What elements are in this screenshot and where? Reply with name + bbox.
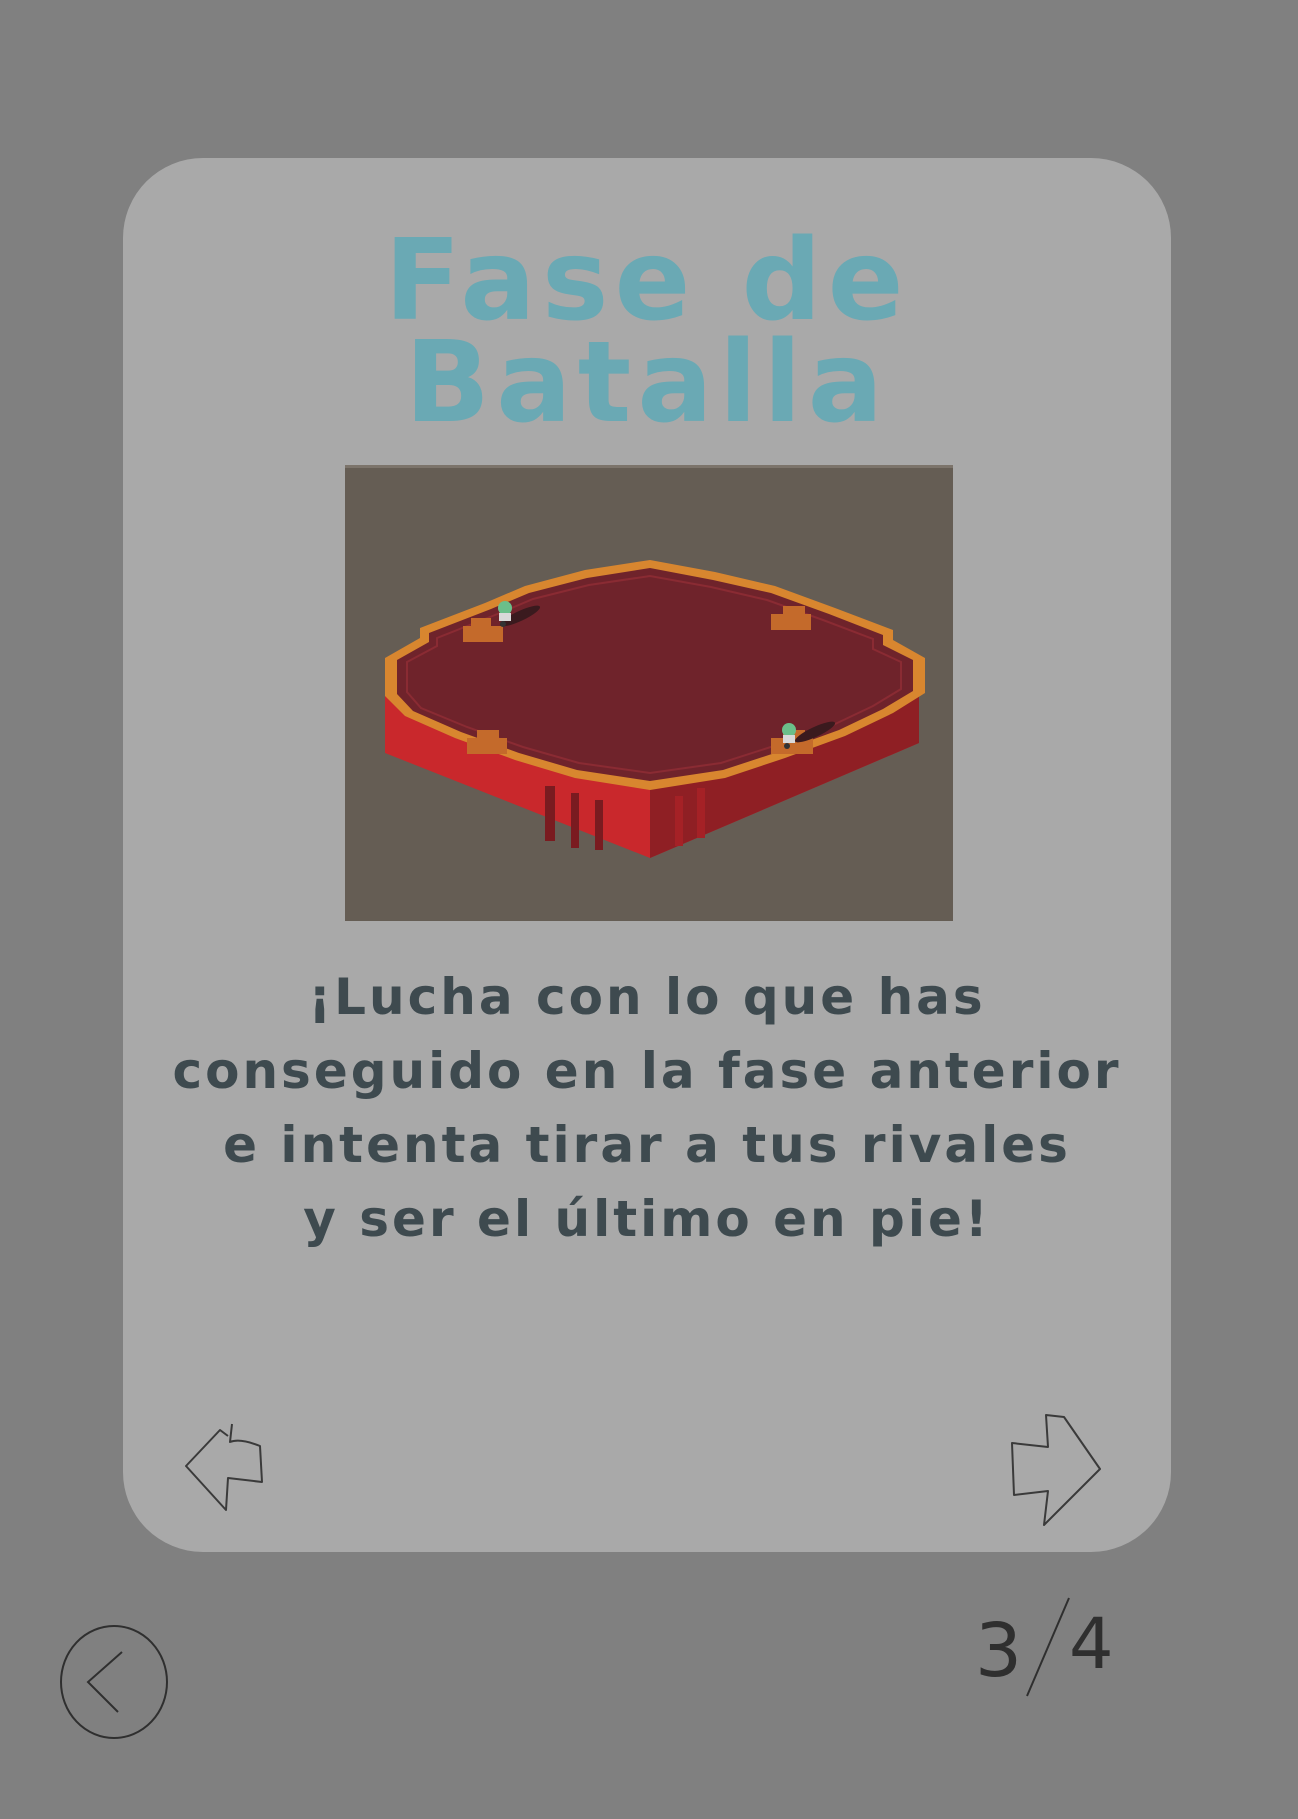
- title-line-2: Batalla: [404, 318, 890, 448]
- tutorial-card: Fase de Batalla ¡Lucha con lo que has co…: [123, 158, 1171, 1552]
- current-page: 3: [975, 1608, 1022, 1694]
- back-button[interactable]: [56, 1622, 172, 1746]
- right-arrow-icon: [1011, 1414, 1101, 1526]
- description-line: y ser el último en pie!: [303, 1190, 991, 1248]
- next-page-button[interactable]: [1004, 1413, 1104, 1537]
- description-text: ¡Lucha con lo que has conseguido en la f…: [143, 960, 1151, 1256]
- description-line: ¡Lucha con lo que has: [308, 968, 986, 1026]
- total-pages: 4: [1069, 1603, 1114, 1685]
- battle-arena-image: [345, 465, 953, 921]
- page-title: Fase de Batalla: [123, 216, 1171, 448]
- title-line-1: Fase de: [384, 216, 910, 346]
- page-separator: [1026, 1597, 1070, 1697]
- back-chevron-icon: [60, 1625, 168, 1739]
- description-line: e intenta tirar a tus rivales: [223, 1116, 1071, 1174]
- description-line: conseguido en la fase anterior: [172, 1042, 1122, 1100]
- page-counter: 3 4: [965, 1588, 1135, 1702]
- left-arrow-icon: [185, 1423, 263, 1511]
- previous-page-button[interactable]: [180, 1420, 270, 1520]
